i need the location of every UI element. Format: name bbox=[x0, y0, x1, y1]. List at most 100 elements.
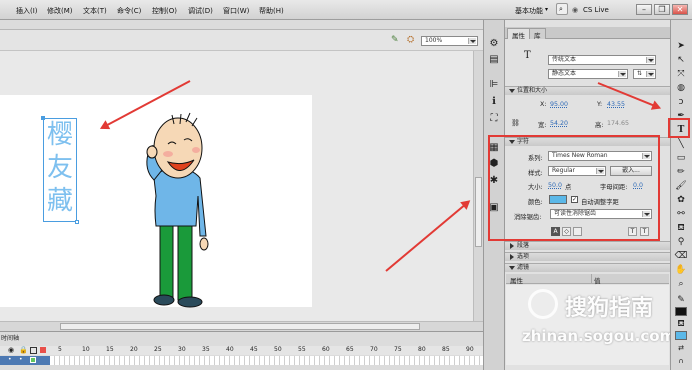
motion-presets-icon[interactable]: ⚙ bbox=[487, 37, 501, 51]
frame-number: 20 bbox=[130, 346, 138, 353]
menu-insert[interactable]: 插入(I) bbox=[16, 6, 38, 16]
frame-number: 75 bbox=[394, 346, 402, 353]
frame-number: 80 bbox=[418, 346, 426, 353]
align-icon[interactable]: ⊫ bbox=[487, 78, 501, 92]
y-value[interactable]: 43.55 bbox=[607, 101, 625, 108]
search-icon: ⌕ bbox=[559, 5, 563, 13]
panel-tabs: 属性 库 bbox=[505, 27, 670, 40]
width-value[interactable]: 54.20 bbox=[550, 120, 568, 127]
section-title: 位置和大小 bbox=[517, 87, 548, 94]
paint-bucket-tool-icon[interactable]: ⛾ bbox=[674, 222, 688, 235]
filter-column-property: 属性 bbox=[510, 277, 523, 285]
edit-scene-icon[interactable]: ⛭ bbox=[407, 35, 414, 45]
timeline-ruler: ◉ 🔒 5 10 15 20 25 30 35 40 45 50 55 60 6… bbox=[0, 346, 483, 355]
hand-tool-icon[interactable]: ✋ bbox=[674, 264, 688, 277]
zoom-select[interactable]: 100% bbox=[421, 36, 478, 46]
text-engine-select[interactable]: 传统文本 bbox=[548, 55, 656, 65]
eyedropper-tool-icon[interactable]: ⚲ bbox=[674, 236, 688, 249]
frame-number: 70 bbox=[370, 346, 378, 353]
height-value[interactable]: 174.65 bbox=[607, 120, 629, 127]
info-icon[interactable]: ℹ bbox=[487, 95, 501, 109]
fill-color-icon[interactable]: ⛾ bbox=[674, 318, 688, 331]
text-type-select[interactable]: 静态文本 bbox=[548, 69, 628, 79]
transform-icon[interactable]: ⛶ bbox=[487, 112, 501, 126]
line-tool-icon[interactable]: ╲ bbox=[674, 138, 688, 151]
frame-number: 5 bbox=[58, 346, 62, 353]
frame-number: 15 bbox=[106, 346, 114, 353]
3d-rotation-tool-icon[interactable]: ◍ bbox=[674, 82, 688, 95]
link-icon[interactable]: ⛓ bbox=[511, 119, 520, 127]
selection-handle[interactable] bbox=[41, 116, 45, 120]
edit-bar: ✎ ⛭ 100% bbox=[0, 30, 483, 51]
menu-commands[interactable]: 命令(C) bbox=[117, 6, 141, 16]
swap-colors-icon[interactable]: ⇄ bbox=[674, 342, 688, 355]
text-orientation-select[interactable]: ⇅ bbox=[633, 69, 656, 79]
selection-tool-icon[interactable]: ➤ bbox=[674, 40, 688, 53]
bone-tool-icon[interactable]: ⚯ bbox=[674, 208, 688, 221]
menu-modify[interactable]: 修改(M) bbox=[47, 6, 73, 16]
filter-column-value: 值 bbox=[594, 277, 601, 285]
outline-icon[interactable] bbox=[30, 347, 37, 354]
chevron-down-icon bbox=[618, 71, 626, 77]
pencil-tool-icon[interactable]: ✏ bbox=[674, 166, 688, 179]
frame-number: 30 bbox=[178, 346, 186, 353]
brush-tool-icon[interactable]: 🖌 bbox=[674, 180, 688, 193]
stroke-color-icon[interactable]: ✎ bbox=[674, 294, 688, 307]
section-paragraph[interactable]: 段落 bbox=[505, 241, 670, 250]
text-engine-value: 传统文本 bbox=[552, 56, 577, 63]
stroke-color-swatch[interactable] bbox=[675, 307, 687, 316]
expand-icon bbox=[510, 254, 514, 260]
layer-frames[interactable] bbox=[50, 356, 483, 365]
snap-icon[interactable]: ∩ bbox=[674, 355, 688, 368]
frame-number: 35 bbox=[202, 346, 210, 353]
watermark-brand: 搜狗指南 bbox=[565, 296, 654, 321]
menu-bar: 插入(I) 修改(M) 文本(T) 命令(C) 控制(O) 调试(D) 窗口(W… bbox=[0, 0, 692, 20]
tab-properties[interactable]: 属性 bbox=[507, 28, 530, 40]
rectangle-tool-icon[interactable]: ▭ bbox=[674, 152, 688, 165]
frame-number: 85 bbox=[442, 346, 450, 353]
vertical-scrollbar[interactable] bbox=[473, 51, 483, 321]
menu-help[interactable]: 帮助(H) bbox=[259, 6, 284, 16]
section-options[interactable]: 选项 bbox=[505, 252, 670, 261]
subselection-tool-icon[interactable]: ↖ bbox=[674, 54, 688, 67]
section-title: 段落 bbox=[517, 242, 530, 249]
maximize-button[interactable]: ❐ bbox=[654, 4, 670, 15]
frame-number: 65 bbox=[346, 346, 354, 353]
layer-row[interactable]: • • bbox=[0, 356, 50, 365]
x-value[interactable]: 95.00 bbox=[550, 101, 568, 108]
tab-library[interactable]: 库 bbox=[529, 28, 546, 40]
menu-control[interactable]: 控制(O) bbox=[152, 6, 177, 16]
history-icon[interactable]: ▤ bbox=[487, 53, 501, 67]
visibility-dot-icon[interactable]: • bbox=[8, 356, 12, 363]
vertical-text-field[interactable]: 樱 友 藏 bbox=[43, 118, 77, 222]
section-position-size[interactable]: 位置和大小 bbox=[505, 86, 670, 95]
edit-symbols-icon[interactable]: ✎ bbox=[391, 35, 399, 45]
deco-tool-icon[interactable]: ✿ bbox=[674, 194, 688, 207]
scroll-thumb[interactable] bbox=[475, 177, 482, 247]
lock-icon[interactable]: 🔒 bbox=[19, 346, 28, 354]
horizontal-scrollbar[interactable] bbox=[0, 321, 483, 331]
close-button[interactable]: ✕ bbox=[672, 4, 688, 15]
minimize-button[interactable]: – bbox=[636, 4, 652, 15]
menu-debug[interactable]: 调试(D) bbox=[188, 6, 213, 16]
cartoon-character[interactable] bbox=[140, 100, 220, 310]
stage-char-1: 樱 bbox=[46, 120, 73, 150]
zoom-tool-icon[interactable]: ⌕ bbox=[674, 278, 688, 291]
lasso-tool-icon[interactable]: ↄ bbox=[674, 96, 688, 109]
menu-window[interactable]: 窗口(W) bbox=[223, 6, 249, 16]
workspace-switcher[interactable]: 基本功能 bbox=[515, 6, 543, 16]
filters-header: 属性 值 bbox=[506, 274, 669, 285]
height-label: 高: bbox=[595, 122, 604, 129]
free-transform-tool-icon[interactable]: ⤧ bbox=[674, 68, 688, 81]
lock-dot-icon[interactable]: • bbox=[19, 356, 23, 363]
stage-char-2: 友 bbox=[46, 153, 73, 183]
scroll-thumb[interactable] bbox=[60, 323, 420, 330]
eye-icon[interactable]: ◉ bbox=[8, 346, 14, 354]
cslive-button[interactable]: CS Live bbox=[583, 6, 609, 14]
menu-text[interactable]: 文本(T) bbox=[83, 6, 107, 16]
eraser-tool-icon[interactable]: ⌫ bbox=[674, 250, 688, 263]
selection-handle[interactable] bbox=[75, 220, 79, 224]
section-filters[interactable]: 滤镜 bbox=[505, 263, 670, 272]
fill-color-swatch[interactable] bbox=[675, 331, 687, 340]
text-type-value: 静态文本 bbox=[552, 70, 577, 77]
